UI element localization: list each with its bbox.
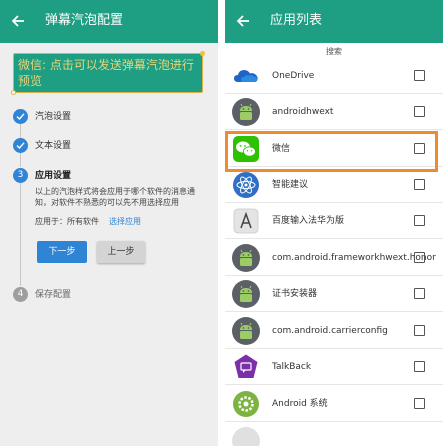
android-icon [232,317,260,345]
talkback-icon [234,354,258,378]
resize-handle[interactable] [11,90,16,95]
app-checkbox[interactable] [414,106,425,117]
step-2-check-icon[interactable] [13,138,28,153]
app-list-item[interactable]: 百度输入法华为版 [225,203,443,239]
app-name: com.android.carrierconfig [272,326,388,336]
app-checkbox[interactable] [414,252,425,263]
bubble-preview-text: 微信: 点击可以发送弹幕汽泡进行预览 [18,58,194,88]
app-name: androidhwext [272,107,334,117]
app-name: OneDrive [272,71,315,81]
app-list-item[interactable]: TalkBack [225,349,443,385]
android-icon [232,280,260,308]
app-list-item[interactable]: com.android.carrierconfig [225,313,443,349]
app-checkbox[interactable] [414,215,425,226]
app-checkbox[interactable] [414,361,425,372]
app-checkbox[interactable] [414,179,425,190]
step-4-label[interactable]: 保存配置 [35,289,71,301]
app-name: com.android.frameworkhwext.honor [272,253,436,263]
android-icon [232,98,260,126]
app-checkbox[interactable] [414,70,425,81]
screenshot-root: 弹幕汽泡配置 微信: 点击可以发送弹幕汽泡进行预览 汽泡设置 文本设置 3 应用… [0,0,443,446]
apply-to-value: 应用于：所有软件 [35,217,99,226]
android-icon [232,244,260,272]
letter-a-icon [233,208,259,234]
app-checkbox[interactable] [414,288,425,299]
apply-to-row: 应用于：所有软件 选择应用 [35,216,141,227]
app-list-item[interactable]: androidhwext [225,94,443,130]
step-connector [20,153,21,167]
next-button[interactable]: 下一步 [37,241,87,263]
resize-handle[interactable] [200,51,205,56]
search-field[interactable]: 搜索 [225,46,443,57]
back-arrow-icon[interactable] [235,13,251,29]
step-2-label[interactable]: 文本设置 [35,140,71,152]
app-name: 智能建议 [272,180,309,190]
step-3-label[interactable]: 应用设置 [35,170,71,182]
bubble-preview[interactable]: 微信: 点击可以发送弹幕汽泡进行预览 [11,51,205,95]
app-checkbox[interactable] [414,398,425,409]
app-checkbox[interactable] [414,325,425,336]
step-connector [20,183,21,286]
app-icon [232,427,260,446]
app-name: Android 系统 [272,399,328,409]
step-3-number[interactable]: 3 [13,168,28,183]
onedrive-icon [234,70,258,82]
app-bar: 弹幕汽泡配置 [0,0,218,43]
app-list-item[interactable]: Android 系统 [225,386,443,422]
gear-icon [233,391,259,417]
select-app-link[interactable]: 选择应用 [109,217,141,226]
step-1-label[interactable]: 汽泡设置 [35,111,71,123]
app-list-item[interactable] [225,423,443,446]
app-name: 证书安装器 [272,289,318,299]
step-connector [20,124,21,138]
back-arrow-icon[interactable] [10,13,26,29]
app-name: TalkBack [272,362,312,372]
page-title: 弹幕汽泡配置 [45,13,124,28]
app-bar: 应用列表 [225,0,443,43]
app-list-item[interactable]: OneDrive [225,58,443,94]
step-4-number[interactable]: 4 [13,287,28,302]
app-name: 百度输入法华为版 [272,216,345,226]
step-1-check-icon[interactable] [13,109,28,124]
app-list-screen: 应用列表 搜索 OneDrive androidhwext 微信 智能建议 百度… [225,0,443,446]
prev-button[interactable]: 上一步 [97,241,145,263]
app-list-item[interactable]: 证书安装器 [225,276,443,312]
atom-icon [233,172,259,198]
app-list-item[interactable]: com.android.frameworkhwext.honor [225,240,443,276]
app-list-item[interactable]: 智能建议 [225,167,443,203]
step-description: 以上的汽泡样式将会应用于哪个软件的消息通知，对软件不熟悉的可以先不用选择应用 [35,187,195,207]
page-title: 应用列表 [270,13,323,28]
highlight-box [225,131,438,172]
bubble-config-screen: 弹幕汽泡配置 微信: 点击可以发送弹幕汽泡进行预览 汽泡设置 文本设置 3 应用… [0,0,218,446]
